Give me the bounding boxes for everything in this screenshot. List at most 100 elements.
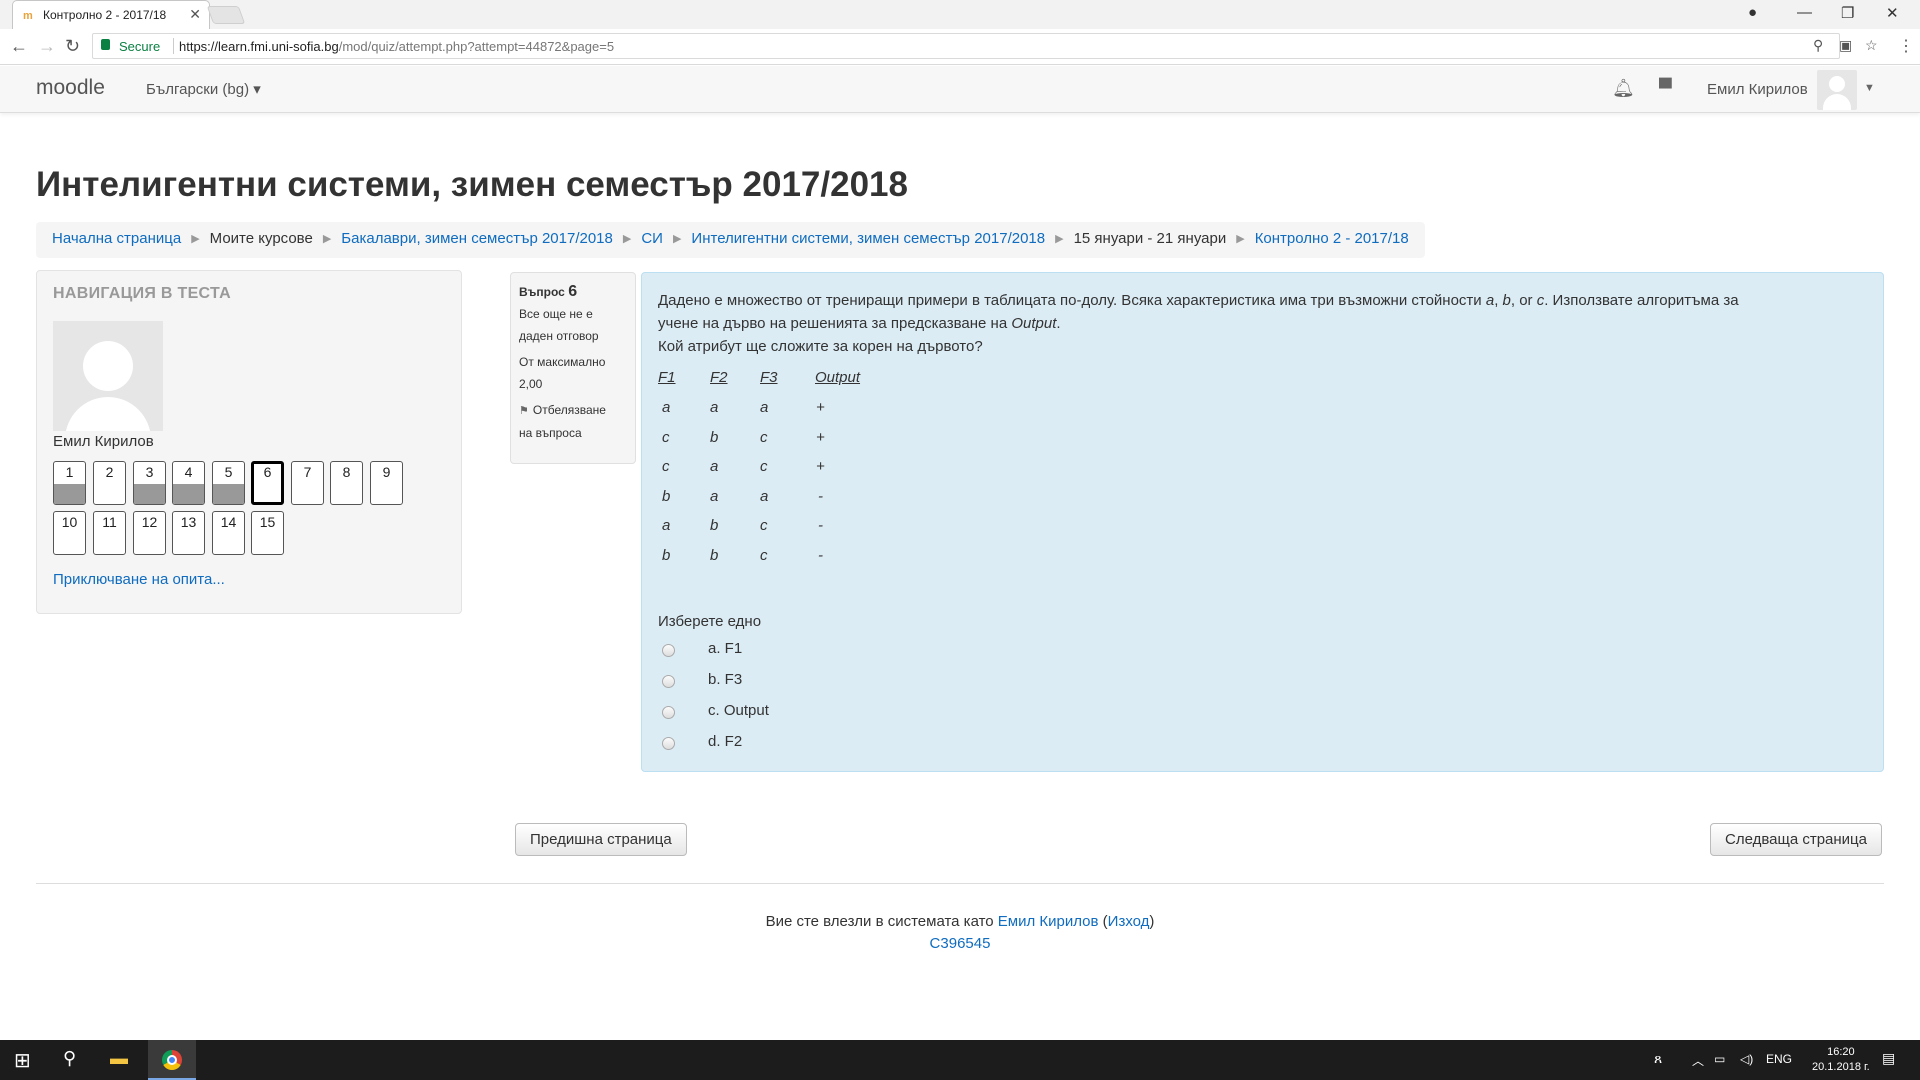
moodle-favicon-icon: m (23, 10, 33, 22)
question-button-10[interactable]: 10 (53, 511, 86, 555)
answer-option[interactable]: b. F3 (662, 671, 862, 691)
radio-button[interactable] (662, 644, 675, 657)
network-icon[interactable]: ▭ (1714, 1052, 1725, 1066)
breadcrumb-quiz[interactable]: Контролно 2 - 2017/18 (1255, 230, 1409, 247)
url-text[interactable]: https://learn.fmi.uni-sofia.bg/mod/quiz/… (179, 39, 614, 54)
user-picture (53, 321, 163, 431)
translate-icon[interactable]: ▣ (1839, 37, 1852, 54)
breadcrumb-separator-icon: ▶ (622, 233, 632, 245)
question-button-8[interactable]: 8 (330, 461, 363, 505)
breadcrumb-separator-icon: ▶ (322, 233, 332, 245)
quiz-navigation-block: НАВИГАЦИЯ В ТЕСТА Емил Кирилов 123456789… (36, 270, 462, 614)
table-cell: b (710, 428, 719, 446)
next-page-button[interactable]: Следваща страница (1710, 823, 1882, 856)
profile-icon[interactable]: ● (1748, 4, 1757, 21)
breadcrumb-separator-icon: ▶ (1055, 233, 1064, 245)
back-icon[interactable]: ← (10, 36, 28, 57)
answer-option[interactable]: c. Output (662, 702, 862, 722)
tray-chevron-icon[interactable]: ︿ (1692, 1052, 1704, 1069)
tab-close-icon[interactable]: ✕ (189, 6, 201, 23)
breadcrumb-separator-icon: ▶ (672, 233, 682, 245)
notifications-bell-icon[interactable]: 🔔︎ (1612, 78, 1635, 99)
chrome-menu-icon[interactable]: ⋮ (1898, 36, 1914, 56)
action-center-icon[interactable]: ▤ (1882, 1050, 1895, 1067)
radio-button[interactable] (662, 737, 675, 750)
moodle-navbar: moodle Български (bg) ▾ 🔔︎ ▀ Емил Кирило… (0, 66, 1920, 113)
question-label: Въпрос (519, 285, 565, 299)
question-button-14[interactable]: 14 (212, 511, 245, 555)
footer-user-link[interactable]: Емил Кирилов (998, 913, 1099, 930)
system-clock[interactable]: 16:20 20.1.2018 г. (1812, 1045, 1870, 1075)
logout-link[interactable]: Изход (1108, 913, 1150, 930)
footer-code-link[interactable]: C396545 (930, 935, 991, 952)
new-tab-button[interactable] (206, 6, 246, 24)
chrome-taskbar-icon[interactable] (148, 1040, 196, 1080)
question-text: Дадено е множество от трениращи примери … (658, 292, 1739, 355)
table-cell: + (816, 458, 825, 476)
user-menu-name[interactable]: Емил Кирилов (1707, 81, 1808, 98)
question-button-9[interactable]: 9 (370, 461, 403, 505)
table-cell: c (760, 458, 768, 476)
question-button-13[interactable]: 13 (172, 511, 205, 555)
volume-icon[interactable]: ◁) (1740, 1052, 1753, 1066)
radio-button[interactable] (662, 706, 675, 719)
previous-page-button[interactable]: Предишна страница (515, 823, 687, 856)
question-button-3[interactable]: 3 (133, 461, 166, 505)
window-close-icon[interactable]: ✕ (1886, 4, 1899, 22)
user-avatar[interactable] (1817, 70, 1857, 110)
login-info: Вие сте влезли в системата като Емил Кир… (765, 913, 1155, 930)
table-header: F2 (710, 369, 728, 386)
table-cell: a (662, 517, 671, 535)
question-button-5[interactable]: 5 (212, 461, 245, 505)
forward-icon[interactable]: → (38, 36, 56, 57)
messages-icon[interactable]: ▀ (1659, 78, 1672, 99)
question-button-12[interactable]: 12 (133, 511, 166, 555)
answer-option[interactable]: d. F2 (662, 733, 862, 753)
windows-start-icon[interactable]: ⊞ (14, 1048, 31, 1073)
question-button-6[interactable]: 6 (251, 461, 284, 505)
zoom-icon[interactable]: ⚲ (1813, 37, 1823, 54)
question-button-11[interactable]: 11 (93, 511, 126, 555)
question-grade: От максимално 2,00 (519, 355, 606, 391)
input-language[interactable]: ENG (1766, 1052, 1792, 1066)
search-icon[interactable]: ⚲ (63, 1048, 76, 1069)
browser-toolbar: ← → ↻ Secure https://learn.fmi.uni-sofia… (0, 29, 1920, 65)
moodle-logo[interactable]: moodle (36, 76, 105, 100)
flag-question[interactable]: ⚑ Отбелязване на въпроса (519, 399, 627, 444)
flag-icon[interactable]: ⚑ (519, 400, 529, 422)
user-menu-caret-icon[interactable]: ▼ (1864, 82, 1875, 94)
question-button-15[interactable]: 15 (251, 511, 284, 555)
restore-icon[interactable]: ❐ (1841, 4, 1854, 22)
table-cell: c (662, 428, 670, 446)
question-button-7[interactable]: 7 (291, 461, 324, 505)
breadcrumb-course[interactable]: Интелигентни системи, зимен семестър 201… (691, 230, 1045, 247)
language-menu[interactable]: Български (bg) ▾ (146, 80, 261, 98)
breadcrumb-week: 15 януари - 21 януари (1073, 230, 1227, 247)
browser-tab[interactable]: m Контролно 2 - 2017/18 ✕ (12, 0, 210, 29)
question-button-2[interactable]: 2 (93, 461, 126, 505)
radio-button[interactable] (662, 675, 675, 688)
people-icon[interactable]: ጸ (1654, 1050, 1662, 1067)
answer-option[interactable]: a. F1 (662, 640, 862, 660)
table-cell: b (710, 547, 719, 564)
question-state: Все още не е даден отговор (519, 307, 599, 343)
address-bar[interactable]: Secure https://learn.fmi.uni-sofia.bg/mo… (92, 33, 1878, 59)
bookmark-star-icon[interactable]: ☆ (1865, 37, 1878, 54)
question-button-1[interactable]: 1 (53, 461, 86, 505)
question-info: Въпрос 6 Все още не е даден отговор От ма… (510, 272, 636, 464)
question-button-4[interactable]: 4 (172, 461, 205, 505)
reload-icon[interactable]: ↻ (65, 36, 80, 57)
table-cell: + (816, 399, 825, 416)
table-cell: c (662, 458, 670, 476)
finish-attempt-link[interactable]: Приключване на опита... (53, 571, 225, 588)
footer: Вие сте влезли в системата като Емил Кир… (0, 911, 1920, 955)
file-explorer-icon[interactable]: ▬ (110, 1048, 128, 1069)
table-cell: b (662, 547, 671, 564)
breadcrumb-my-courses: Моите курсове (209, 230, 313, 247)
minimize-icon[interactable]: — (1797, 4, 1812, 21)
breadcrumb-home[interactable]: Начална страница (52, 230, 181, 247)
table-header: F3 (760, 369, 778, 386)
table-cell: a (760, 399, 769, 416)
breadcrumb-si[interactable]: СИ (641, 230, 663, 247)
breadcrumb-bachelors[interactable]: Бакалаври, зимен семестър 2017/2018 (341, 230, 613, 247)
